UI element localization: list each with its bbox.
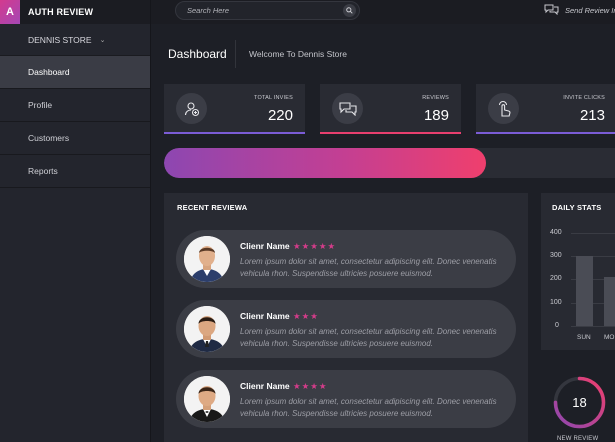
- review-text: Lorem ipsum dolor sit amet, consectetur …: [240, 397, 497, 418]
- review-stars: ★★★★★: [293, 241, 337, 251]
- search-icon[interactable]: [343, 4, 356, 17]
- review-stars: ★★★: [293, 311, 319, 321]
- stat-card-accent: [476, 132, 615, 134]
- stat-card-value: 189: [423, 107, 449, 124]
- stat-card-label: TOTAL INVIES: [254, 95, 293, 101]
- stat-card-total-invites[interactable]: TOTAL INVIES 220: [164, 84, 305, 134]
- recent-reviews-panel: RECENT REVIEWA Clienr Name ★★★★★ Lorem i…: [164, 193, 528, 442]
- stat-card-accent: [164, 132, 305, 134]
- send-review-label: Send Review In: [565, 6, 615, 15]
- sidebar-item-label: Reports: [28, 166, 58, 176]
- sidebar-item-label: Dashboard: [28, 67, 70, 77]
- avatar: [184, 236, 230, 282]
- avatar: [184, 376, 230, 422]
- stat-card-invite-clicks[interactable]: INVITE CLICKS 213: [476, 84, 615, 134]
- brand-title: AUTH REVIEW: [28, 7, 94, 17]
- sidebar-item-customers[interactable]: Customers: [0, 122, 150, 155]
- review-item[interactable]: Clienr Name ★★★ Lorem ipsum dolor sit am…: [176, 300, 516, 358]
- add-user-icon: [176, 93, 207, 124]
- page-subtitle: Welcome To Dennis Store: [249, 49, 347, 59]
- sidebar-item-label: Profile: [28, 100, 53, 110]
- page-title: Dashboard: [168, 47, 227, 61]
- store-selector[interactable]: DENNIS STORE ⌄: [0, 24, 150, 56]
- sidebar-item-profile[interactable]: Profile: [0, 89, 150, 122]
- new-review-count: 18: [572, 395, 587, 410]
- send-review-link[interactable]: Send Review In: [544, 4, 615, 17]
- sidebar: A AUTH REVIEW DENNIS STORE ⌄ Dashboard P…: [0, 0, 151, 442]
- header-divider: [235, 40, 236, 68]
- stat-card-reviews[interactable]: REVIEWS 189: [320, 84, 461, 134]
- brand-logo[interactable]: A: [0, 0, 20, 24]
- progress-fill: [164, 148, 486, 178]
- brand-bar: A AUTH REVIEW: [0, 0, 150, 24]
- stats-bar-sun: [576, 256, 593, 326]
- y-tick-label: 300: [550, 252, 562, 259]
- review-client-name: Clienr Name: [240, 241, 290, 251]
- chat-bubbles-icon: [332, 93, 363, 124]
- chevron-down-icon: ⌄: [99, 36, 106, 44]
- review-client-name: Clienr Name: [240, 381, 290, 391]
- stat-card-accent: [320, 132, 461, 134]
- y-tick-label: 0: [555, 322, 559, 329]
- progress-bar: [164, 148, 615, 178]
- stats-bar-mo: [604, 277, 615, 326]
- review-text: Lorem ipsum dolor sit amet, consectetur …: [240, 327, 497, 348]
- review-item[interactable]: Clienr Name ★★★★★ Lorem ipsum dolor sit …: [176, 230, 516, 288]
- y-tick-label: 200: [550, 275, 562, 282]
- search-placeholder: Search Here: [187, 6, 230, 15]
- grid-line: [571, 326, 615, 327]
- sidebar-item-reports[interactable]: Reports: [0, 155, 150, 188]
- stat-card-label: REVIEWS: [422, 95, 449, 101]
- y-tick-label: 100: [550, 299, 562, 306]
- page-header: Dashboard Welcome To Dennis Store: [151, 24, 615, 84]
- new-review-label: NEW REVIEW: [557, 436, 599, 442]
- review-client-name: Clienr Name: [240, 311, 290, 321]
- topbar: Search Here Send Review In: [151, 0, 615, 24]
- store-label: DENNIS STORE: [28, 34, 92, 45]
- grid-line: [571, 233, 615, 234]
- stat-card-label: INVITE CLICKS: [563, 95, 605, 101]
- review-stars: ★★★★: [293, 381, 328, 391]
- sidebar-item-dashboard[interactable]: Dashboard: [0, 56, 150, 89]
- x-tick-label: MO: [604, 334, 615, 341]
- search-input[interactable]: Search Here: [175, 1, 360, 20]
- sidebar-item-label: Customers: [28, 133, 70, 143]
- daily-stats-panel: DAILY STATS 400 300 200 100 0 SUN MO: [541, 193, 615, 350]
- recent-reviews-title: RECENT REVIEWA: [177, 203, 248, 212]
- daily-stats-title: DAILY STATS: [552, 203, 602, 212]
- stat-card-value: 213: [579, 107, 605, 124]
- avatar: [184, 306, 230, 352]
- review-text: Lorem ipsum dolor sit amet, consectetur …: [240, 257, 497, 278]
- x-tick-label: SUN: [577, 334, 591, 341]
- y-tick-label: 400: [550, 229, 562, 236]
- review-item[interactable]: Clienr Name ★★★★ Lorem ipsum dolor sit a…: [176, 370, 516, 428]
- pointer-hand-icon: [488, 93, 519, 124]
- chat-icon: [544, 4, 559, 17]
- stat-card-value: 220: [267, 107, 293, 124]
